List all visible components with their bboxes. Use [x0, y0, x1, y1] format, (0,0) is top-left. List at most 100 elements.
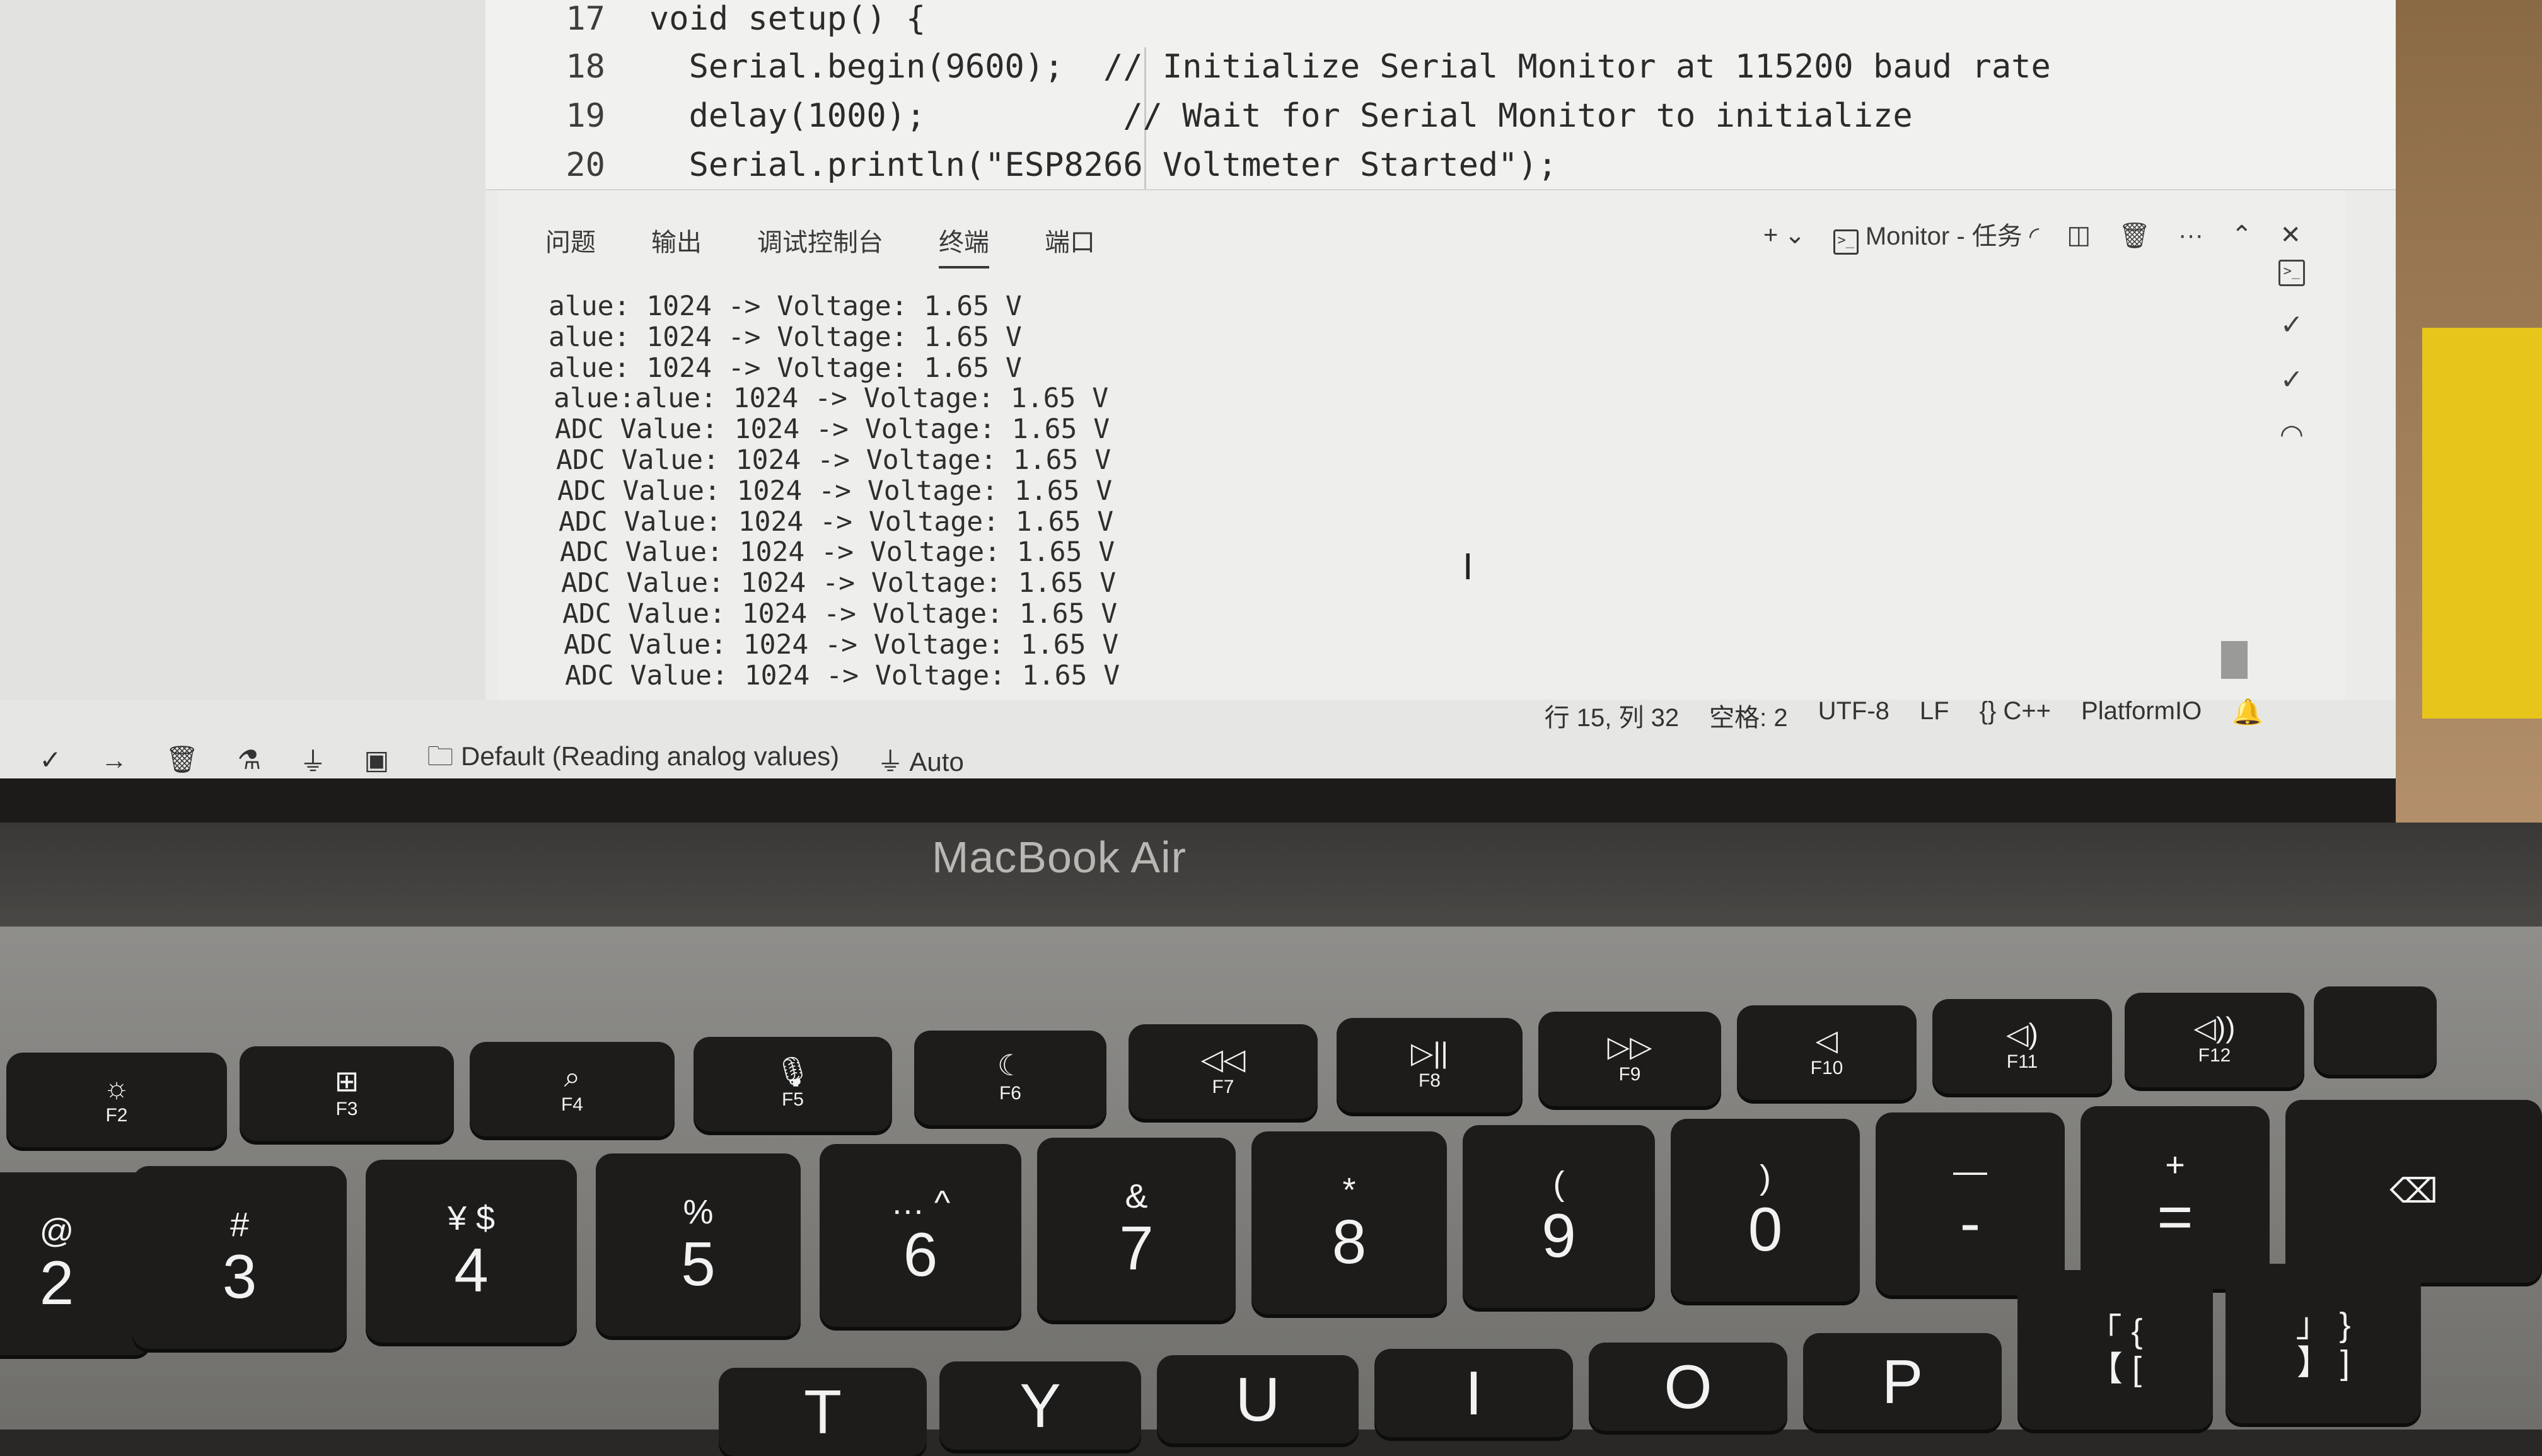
- code-text[interactable]: Serial.begin(9600); // Initialize Serial…: [649, 48, 2051, 86]
- key-power[interactable]: [2314, 986, 2437, 1075]
- key-delete[interactable]: ⌫: [2285, 1100, 2542, 1283]
- play-pause-icon: ▷||: [1410, 1036, 1449, 1069]
- key-equals[interactable]: + =: [2081, 1106, 2270, 1289]
- indentation[interactable]: 空格: 2: [1709, 697, 1787, 734]
- key-main-symbol: U: [1235, 1365, 1280, 1434]
- screen-bezel: [0, 778, 2396, 823]
- check-icon[interactable]: ✓: [2280, 364, 2304, 396]
- line-number: 20: [566, 146, 605, 184]
- tab-terminal[interactable]: 终端: [939, 222, 989, 269]
- terminal-selector[interactable]: >_ Monitor - 任务 ◜: [1833, 216, 2039, 255]
- more-actions-button[interactable]: ···: [2178, 221, 2203, 250]
- key-main-symbol: P: [1881, 1346, 1924, 1416]
- key-right-bracket[interactable]: 」 } 】 ]: [2226, 1264, 2421, 1423]
- trash-icon[interactable]: 🗑: [2118, 221, 2150, 250]
- code-text[interactable]: void setup() {: [649, 0, 926, 38]
- key-3[interactable]: # 3: [132, 1166, 347, 1349]
- key-o[interactable]: O: [1589, 1343, 1787, 1431]
- language-mode[interactable]: {} C++: [1980, 697, 2051, 734]
- code-text[interactable]: Serial.println("ESP8266 Voltmeter Starte…: [649, 146, 1558, 184]
- code-editor[interactable]: 17 void setup() { 18 Serial.begin(9600);…: [485, 0, 2396, 190]
- code-line[interactable]: 18 Serial.begin(9600); // Initialize Ser…: [485, 43, 2051, 91]
- key-9[interactable]: ( 9: [1463, 1125, 1655, 1308]
- key-f8[interactable]: ▷|| F8: [1337, 1018, 1523, 1112]
- key-6[interactable]: … ^ 6: [820, 1144, 1021, 1327]
- close-panel-button[interactable]: ✕: [2280, 221, 2301, 250]
- key-label: F4: [560, 1094, 583, 1115]
- key-f9[interactable]: ▷▷ F9: [1538, 1012, 1721, 1106]
- check-icon[interactable]: ✓: [2280, 309, 2304, 341]
- key-0[interactable]: ) 0: [1671, 1119, 1860, 1302]
- terminal-line: alue:alue: 1024 -> Voltage: 1.65 V: [554, 383, 1109, 415]
- code-line[interactable]: 19 delay(1000); // Wait for Serial Monit…: [485, 92, 1913, 140]
- tab-ports[interactable]: 端口: [1045, 222, 1095, 269]
- code-text[interactable]: delay(1000); // Wait for Serial Monitor …: [649, 97, 1913, 135]
- key-left-bracket[interactable]: 「 { 【 [: [2017, 1270, 2213, 1430]
- chevron-down-icon[interactable]: ⌄: [1784, 221, 1806, 250]
- key-f11[interactable]: ◁) F11: [1932, 999, 2112, 1094]
- code-line[interactable]: 20 Serial.println("ESP8266 Voltmeter Sta…: [485, 141, 1557, 189]
- key-4[interactable]: ¥ $ 4: [366, 1160, 577, 1343]
- panel-tabs: 问题 输出 调试控制台 终端 端口: [545, 222, 1095, 269]
- terminal-output[interactable]: alue: 1024 -> Voltage: 1.65 V alue: 1024…: [548, 291, 2112, 707]
- tab-debug-console[interactable]: 调试控制台: [757, 222, 883, 269]
- code-line[interactable]: 17 void setup() {: [485, 0, 926, 43]
- key-5[interactable]: % 5: [596, 1153, 801, 1336]
- laptop-screen: 17 void setup() { 18 Serial.begin(9600);…: [0, 0, 2396, 778]
- key-shift-symbol: +: [2165, 1146, 2185, 1184]
- port-selector[interactable]: ⏚ Auto: [877, 741, 964, 779]
- key-8[interactable]: * 8: [1251, 1131, 1447, 1314]
- key-f6[interactable]: ☾ F6: [914, 1031, 1106, 1125]
- key-p[interactable]: P: [1803, 1333, 2002, 1430]
- moon-icon: ☾: [997, 1049, 1024, 1082]
- key-2[interactable]: @ 2: [0, 1172, 151, 1355]
- platformio-status[interactable]: PlatformIO: [2081, 697, 2202, 734]
- key-shift-symbol: 「 {: [2087, 1312, 2143, 1350]
- key-f2[interactable]: ☼ F2: [6, 1053, 227, 1147]
- terminal-line: ADC Value: 1024 -> Voltage: 1.65 V: [555, 413, 1110, 446]
- flask-icon[interactable]: ⚗: [236, 744, 262, 775]
- terminal-line: ADC Value: 1024 -> Voltage: 1.65 V: [556, 444, 1111, 476]
- key-t[interactable]: T: [719, 1368, 927, 1456]
- key-label: F12: [2198, 1045, 2231, 1066]
- terminal-icon[interactable]: >_: [2278, 260, 2305, 286]
- key-u[interactable]: U: [1157, 1355, 1359, 1443]
- rewind-icon: ◁◁: [1200, 1043, 1246, 1075]
- environment-selector[interactable]: 🗀 Default (Reading analog values): [427, 737, 839, 782]
- key-shift-symbol: #: [229, 1206, 250, 1244]
- plug-icon[interactable]: ⏚: [299, 741, 326, 779]
- key-f7[interactable]: ◁◁ F7: [1129, 1024, 1318, 1119]
- key-y[interactable]: Y: [939, 1361, 1141, 1450]
- split-terminal-button[interactable]: ◫: [2067, 221, 2091, 250]
- brightness-up-icon: ☼: [103, 1071, 131, 1104]
- scrollbar-thumb[interactable]: [2221, 641, 2248, 679]
- key-f10[interactable]: ◁ F10: [1737, 1005, 1917, 1100]
- key-f3[interactable]: ⊞ F3: [240, 1046, 454, 1141]
- key-7[interactable]: & 7: [1037, 1138, 1236, 1320]
- yellow-box: [2422, 328, 2542, 719]
- key-minus[interactable]: — -: [1876, 1112, 2065, 1295]
- end-of-line[interactable]: LF: [1920, 697, 1949, 734]
- maximize-panel-button[interactable]: ⌃: [2231, 221, 2253, 250]
- status-right: 行 15, 列 32 空格: 2 UTF-8 LF {} C++ Platfor…: [1545, 697, 2263, 734]
- terminal-line: ADC Value: 1024 -> Voltage: 1.65 V: [560, 536, 1115, 569]
- bell-icon[interactable]: 🔔: [2232, 697, 2263, 734]
- key-i[interactable]: I: [1374, 1349, 1573, 1437]
- tab-problems[interactable]: 问题: [545, 222, 596, 269]
- key-f5[interactable]: 🎙 F5: [694, 1037, 892, 1131]
- tab-output[interactable]: 输出: [651, 222, 702, 269]
- trash-icon[interactable]: 🗑: [165, 744, 199, 775]
- key-f4[interactable]: ⌕ F4: [470, 1042, 675, 1136]
- arrow-right-icon[interactable]: →: [101, 745, 127, 775]
- key-label: F2: [105, 1105, 128, 1126]
- new-terminal-button[interactable]: +: [1763, 221, 1778, 250]
- spinner-icon[interactable]: ◠: [2280, 419, 2304, 451]
- cursor-position[interactable]: 行 15, 列 32: [1545, 697, 1679, 734]
- check-icon[interactable]: ✓: [38, 744, 63, 775]
- key-main-symbol: T: [804, 1377, 842, 1447]
- terminal-icon[interactable]: ▣: [364, 744, 390, 775]
- key-f12[interactable]: ◁)) F12: [2125, 993, 2304, 1087]
- key-shift-symbol: ¥ $: [447, 1199, 496, 1237]
- encoding[interactable]: UTF-8: [1818, 697, 1889, 734]
- key-label: F7: [1212, 1077, 1234, 1097]
